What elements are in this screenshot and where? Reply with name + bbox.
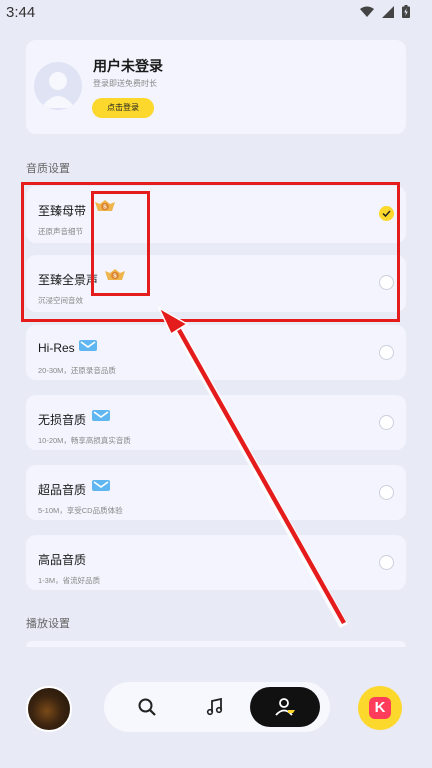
bottom-bar: K	[0, 670, 432, 750]
nav-music[interactable]	[190, 687, 240, 727]
nav-pill	[104, 682, 330, 732]
music-note-icon	[206, 697, 223, 716]
nav-search[interactable]	[122, 687, 172, 727]
nav-profile[interactable]	[250, 687, 320, 727]
profile-icon	[275, 698, 295, 716]
annotation-arrow	[157, 306, 348, 628]
now-playing-thumbnail[interactable]	[26, 686, 72, 732]
search-icon	[138, 698, 156, 716]
karaoke-button[interactable]: K	[358, 686, 402, 730]
karaoke-k-icon: K	[369, 697, 391, 719]
